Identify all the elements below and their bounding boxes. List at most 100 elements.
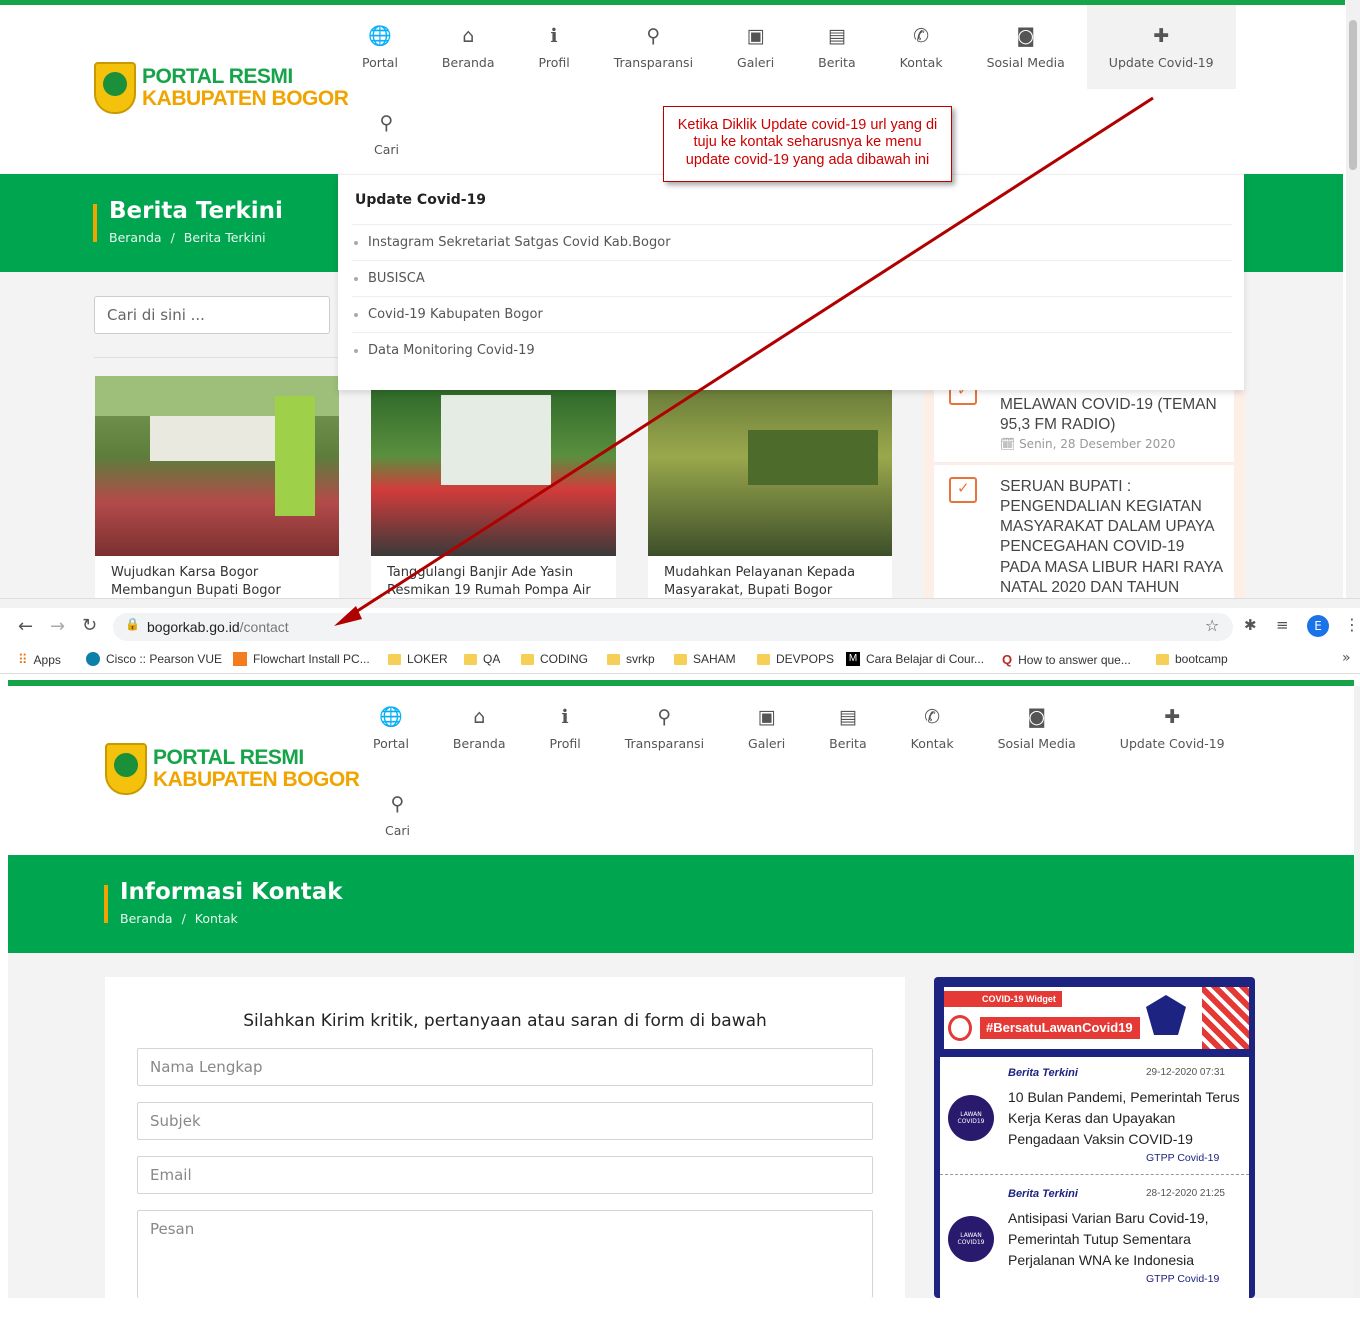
breadcrumb-current: Berita Terkini: [183, 230, 266, 245]
nav-label: Transparansi: [613, 54, 694, 70]
nav-label: Galeri: [737, 54, 775, 70]
nav-label: Sosial Media: [997, 735, 1076, 751]
subject-field[interactable]: Subjek: [137, 1102, 873, 1140]
bookmark-item[interactable]: Q How to answer que...: [1002, 652, 1131, 667]
scrollbar[interactable]: [1354, 686, 1360, 1298]
nav-label: Update Covid-19: [1108, 54, 1214, 70]
bookmark-folder[interactable]: CODING: [521, 652, 588, 666]
nav-kontak[interactable]: ✆ Kontak: [878, 5, 965, 89]
camera-icon: ◙: [1027, 705, 1046, 728]
email-field[interactable]: Email: [137, 1156, 873, 1194]
nav-sosial-media[interactable]: ◙ Sosial Media: [976, 686, 1098, 770]
nav-berita[interactable]: ▤ Berita: [807, 686, 888, 770]
bookmark-apps[interactable]: ⠿ Apps: [18, 652, 61, 668]
nav-update-covid[interactable]: ✚ Update Covid-19: [1098, 686, 1247, 770]
side-news-item[interactable]: SERUAN BUPATI : PENGENDALIAN KEGIATAN MA…: [934, 465, 1234, 608]
widget-news-title[interactable]: Antisipasi Varian Baru Covid-19, Pemerin…: [1008, 1208, 1244, 1271]
nav-portal[interactable]: 🌐 Portal: [351, 686, 431, 770]
bookmark-item[interactable]: M Cara Belajar di Cour...: [846, 652, 984, 666]
home-icon: ⌂: [462, 24, 475, 47]
nav-update-covid[interactable]: ✚ Update Covid-19: [1086, 5, 1236, 89]
contact-form: Silahkan Kirim kritik, pertanyaan atau s…: [105, 977, 905, 1298]
nav-cari[interactable]: ⚲ Cari: [363, 773, 432, 857]
bookmark-folder[interactable]: DEVPOPS: [757, 652, 834, 666]
media-queue-icon[interactable]: ≡: [1276, 616, 1289, 634]
image-icon: ▣: [746, 24, 765, 47]
star-icon[interactable]: ☆: [1205, 616, 1219, 635]
site-logo[interactable]: PORTAL RESMI KABUPATEN BOGOR: [94, 62, 349, 114]
nav-label: Beranda: [441, 54, 495, 70]
nav-cari[interactable]: ⚲ Cari: [352, 92, 421, 176]
dropdown-item[interactable]: Covid-19 Kabupaten Bogor: [352, 296, 1232, 332]
site-logo[interactable]: PORTAL RESMI KABUPATEN BOGOR: [105, 743, 360, 795]
kebab-menu-icon[interactable]: ⋮: [1344, 615, 1360, 634]
image-icon: ▣: [757, 705, 776, 728]
quora-icon: Q: [1002, 652, 1013, 667]
side-news-item[interactable]: MELAWAN COVID-19 (TEMAN 95,3 FM RADIO) 🗓…: [934, 379, 1234, 463]
dropdown-item[interactable]: Data Monitoring Covid-19: [352, 332, 1232, 368]
dropdown-title: Update Covid-19: [355, 192, 487, 208]
nav-transparansi[interactable]: ⚲ Transparansi: [592, 5, 715, 89]
bookmark-item[interactable]: Cisco :: Pearson VUE: [86, 652, 222, 666]
widget-banner[interactable]: COVID-19 Widget #BersatuLawanCovid19: [944, 987, 1249, 1049]
widget-news-source: GTPP Covid-19: [1146, 1152, 1220, 1164]
binoculars-icon: ⚲: [646, 24, 661, 47]
bookmark-folder[interactable]: SAHAM: [674, 652, 736, 666]
breadcrumb: Beranda / Kontak: [120, 911, 238, 926]
message-field[interactable]: Pesan: [137, 1210, 873, 1298]
side-news-title[interactable]: MELAWAN COVID-19 (TEMAN 95,3 FM RADIO): [1000, 395, 1220, 435]
name-field[interactable]: Nama Lengkap: [137, 1048, 873, 1086]
breadcrumb-home[interactable]: Beranda: [120, 911, 173, 926]
widget-news-category: Berita Terkini: [1008, 1067, 1078, 1079]
nav-galeri[interactable]: ▣ Galeri: [715, 5, 796, 89]
batik-pattern: [1202, 987, 1249, 1049]
nav-beranda[interactable]: ⌂ Beranda: [431, 686, 528, 770]
widget-news-item[interactable]: LAWAN COVID19 Berita Terkini 28-12-2020 …: [940, 1177, 1249, 1298]
widget-news-item[interactable]: LAWAN COVID19 Berita Terkini 29-12-2020 …: [940, 1057, 1249, 1175]
search-input[interactable]: Cari di sini ...: [94, 296, 330, 334]
news-card-photo[interactable]: [95, 376, 339, 556]
globe-icon: 🌐: [379, 705, 403, 728]
nav-transparansi[interactable]: ⚲ Transparansi: [603, 686, 726, 770]
bookmark-folder[interactable]: LOKER: [388, 652, 448, 666]
nav-portal[interactable]: 🌐 Portal: [340, 5, 420, 89]
nav-berita[interactable]: ▤ Berita: [796, 5, 877, 89]
news-card-photo[interactable]: [371, 390, 616, 556]
nav-sosial-media[interactable]: ◙ Sosial Media: [965, 5, 1087, 89]
profile-avatar[interactable]: E: [1307, 615, 1329, 637]
side-news-title[interactable]: SERUAN BUPATI : PENGENDALIAN KEGIATAN MA…: [1000, 477, 1225, 608]
logo-line2: KABUPATEN BOGOR: [153, 768, 360, 791]
widget-news-date: 29-12-2020 07:31: [1146, 1067, 1225, 1078]
newspaper-icon: ▤: [838, 705, 857, 728]
widget-news-title[interactable]: 10 Bulan Pandemi, Pemerintah Terus Kerja…: [1008, 1087, 1244, 1150]
forward-icon[interactable]: →: [50, 616, 65, 637]
nav-label: Portal: [373, 735, 409, 751]
nav-beranda[interactable]: ⌂ Beranda: [420, 5, 517, 89]
nav-kontak[interactable]: ✆ Kontak: [889, 686, 976, 770]
nav-profil[interactable]: ℹ Profil: [517, 5, 592, 89]
nav-label: Portal: [362, 54, 398, 70]
back-icon[interactable]: ←: [18, 616, 33, 637]
bookmark-folder[interactable]: svrkp: [607, 652, 655, 666]
nav-profil[interactable]: ℹ Profil: [528, 686, 603, 770]
nav-label: Profil: [538, 54, 570, 70]
news-card-photo[interactable]: [648, 390, 892, 556]
extensions-icon[interactable]: ✱: [1244, 616, 1257, 634]
covid-widget: COVID-19 Widget #BersatuLawanCovid19 LAW…: [934, 977, 1255, 1298]
bookmark-item[interactable]: Flowchart Install PC...: [233, 652, 370, 666]
annotation-callout: Ketika Diklik Update covid-19 url yang d…: [663, 106, 952, 182]
bookmarks-overflow[interactable]: »: [1342, 650, 1351, 666]
dropdown-item[interactable]: BUSISCA: [352, 260, 1232, 296]
nav-label: Transparansi: [624, 735, 705, 751]
dropdown-item[interactable]: Instagram Sekretariat Satgas Covid Kab.B…: [352, 224, 1232, 260]
phone-icon: ✆: [913, 24, 930, 47]
reload-icon[interactable]: ↻: [82, 615, 97, 636]
nav-label: Profil: [549, 735, 581, 751]
scrollbar[interactable]: [1346, 0, 1360, 600]
nav-galeri[interactable]: ▣ Galeri: [726, 686, 807, 770]
bookmark-folder[interactable]: QA: [464, 652, 500, 666]
bookmark-folder[interactable]: bootcamp: [1156, 652, 1228, 666]
nav-label: Beranda: [452, 735, 506, 751]
breadcrumb-home[interactable]: Beranda: [109, 230, 162, 245]
address-bar[interactable]: 🔒 bogorkab.go.id/contact ☆: [113, 613, 1233, 641]
